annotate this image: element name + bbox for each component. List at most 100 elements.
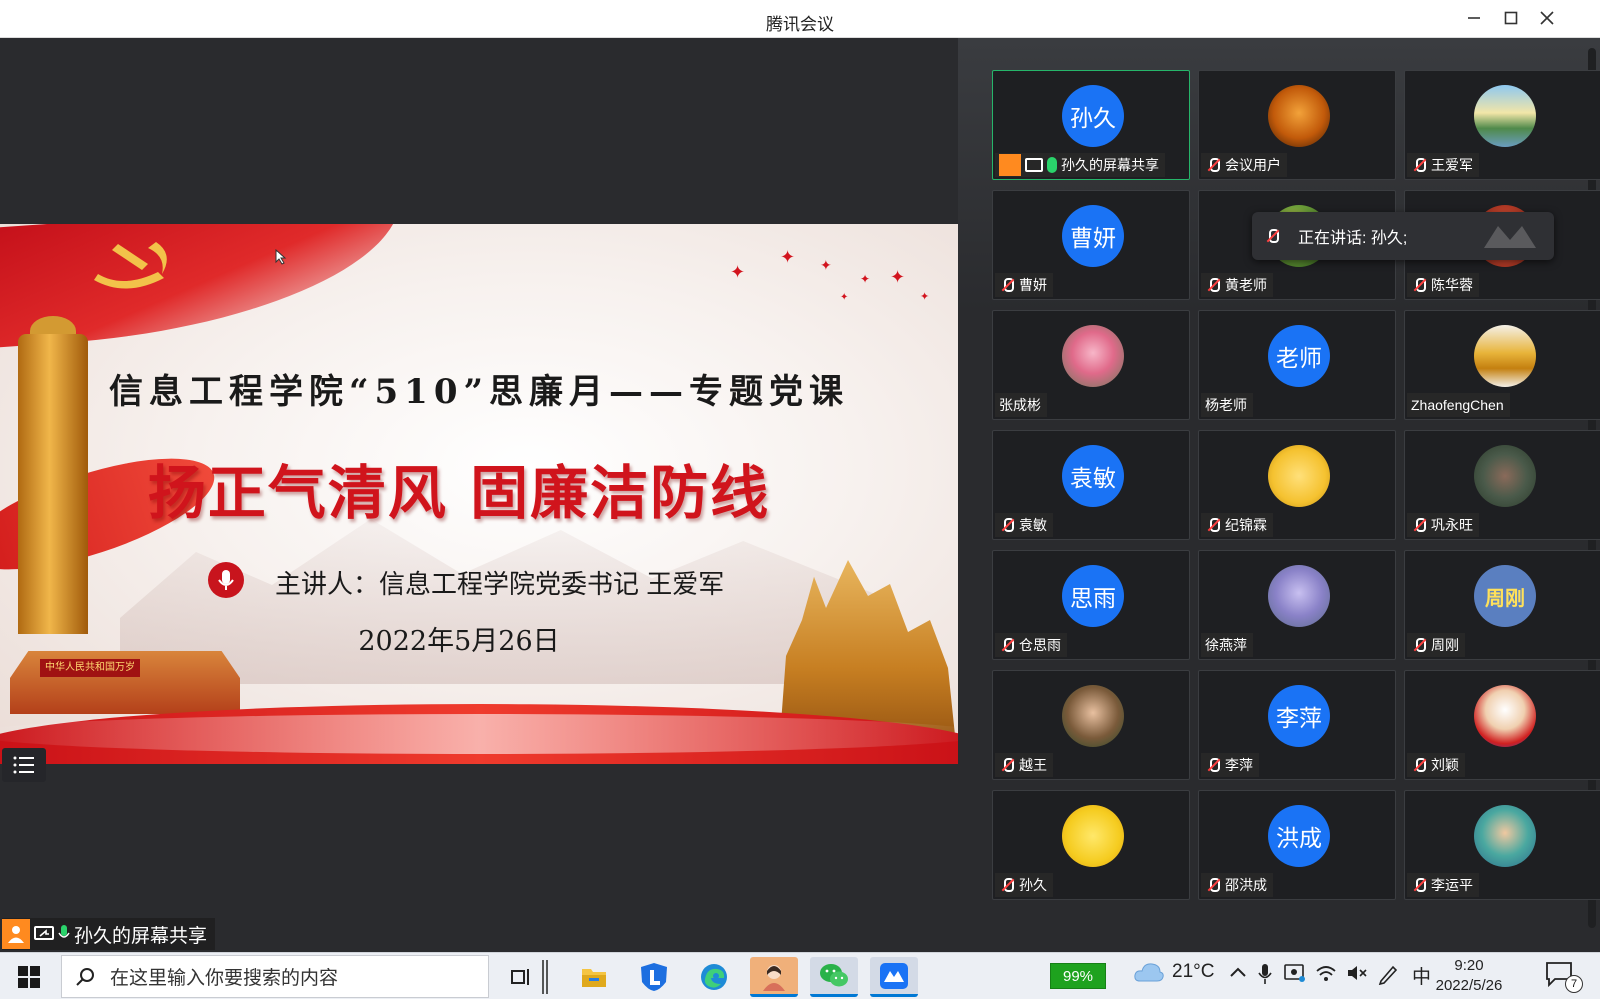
party-emblem-icon (94, 242, 167, 289)
network-button[interactable] (1315, 963, 1337, 988)
temperature-text: 21°C (1172, 961, 1215, 982)
photo-app-button[interactable] (750, 957, 798, 997)
participant-avatar: 孙久 (1062, 85, 1124, 147)
tiananmen-sign: 中华人民共和国万岁 (40, 659, 140, 677)
weather-widget[interactable]: 21°C (1134, 961, 1214, 983)
participant-tile[interactable]: 周刚 周刚 (1404, 550, 1600, 660)
participant-tile[interactable]: 洪成 邵洪成 (1198, 790, 1396, 900)
participant-tile[interactable]: 张成彬 (992, 310, 1190, 420)
participant-name: 邵洪成 (1225, 877, 1267, 893)
participant-tile[interactable]: 刘颖 (1404, 670, 1600, 780)
windows-logo-icon (18, 965, 40, 988)
close-button[interactable] (1533, 6, 1561, 32)
participant-tile[interactable]: 会议用户 (1198, 70, 1396, 180)
participant-tile[interactable]: 王爱军 (1404, 70, 1600, 180)
cloud-icon (1134, 963, 1164, 982)
app-l-button[interactable] (630, 957, 678, 997)
tencent-meeting-taskbar-button[interactable] (870, 957, 918, 997)
participant-name: 越王 (1019, 757, 1047, 773)
muted-mic-icon (999, 277, 1015, 293)
participant-tile[interactable]: 巩永旺 (1404, 430, 1600, 540)
participant-name: 纪锦霖 (1225, 517, 1267, 533)
participant-avatar (1474, 685, 1536, 747)
participant-label: 黄老师 (1201, 273, 1273, 297)
muted-mic-icon (1205, 877, 1221, 893)
muted-mic-icon (1411, 157, 1427, 173)
muted-mic-icon (1411, 877, 1427, 893)
participant-tile[interactable]: 越王 (992, 670, 1190, 780)
participant-tile[interactable]: 袁敏 袁敏 (992, 430, 1190, 540)
muted-mic-icon (1411, 517, 1427, 533)
muted-mic-icon (999, 757, 1015, 773)
chevron-up-icon (1230, 967, 1246, 977)
sharer-label: 孙久的屏幕共享 (2, 918, 216, 950)
participant-name: 李萍 (1225, 757, 1253, 773)
participant-label: 纪锦霖 (1201, 513, 1273, 537)
slide-list-button[interactable] (2, 748, 46, 782)
participant-tile[interactable]: 孙久 (992, 790, 1190, 900)
participant-avatar (1474, 445, 1536, 507)
participant-avatar (1474, 325, 1536, 387)
close-icon (1540, 11, 1554, 25)
participant-tile[interactable]: 老师 杨老师 (1198, 310, 1396, 420)
participant-label: 李萍 (1201, 753, 1259, 777)
muted-mic-icon (1411, 277, 1427, 293)
participant-name: 王爱军 (1431, 157, 1473, 173)
microphone-icon (1258, 964, 1272, 984)
task-view-icon (511, 969, 529, 985)
participant-avatar: 李萍 (1268, 685, 1330, 747)
participant-name: 袁敏 (1019, 517, 1047, 533)
taskbar-clock[interactable]: 9:20 2022/5/26 (1424, 956, 1514, 996)
participant-tile[interactable]: 孙久 孙久的屏幕共享 (992, 70, 1190, 180)
participant-name: 徐燕萍 (1205, 637, 1247, 653)
participant-tile[interactable]: 思雨 仓思雨 (992, 550, 1190, 660)
volume-button[interactable] (1346, 963, 1368, 988)
microphone-tray-button[interactable] (1258, 963, 1272, 990)
notification-count: 7 (1565, 975, 1583, 993)
wechat-icon (820, 963, 848, 986)
participant-name: 孙久的屏幕共享 (1061, 157, 1159, 173)
muted-mic-icon (1411, 757, 1427, 773)
participant-label: 孙久的屏幕共享 (995, 153, 1165, 177)
participant-avatar (1268, 85, 1330, 147)
meet-now-button[interactable] (1284, 963, 1306, 988)
participant-name: 陈华蓉 (1431, 277, 1473, 293)
slide-subtitle: 信息工程学院“510”思廉月——专题党课 (108, 372, 850, 412)
participant-tile[interactable]: ZhaofengChen (1404, 310, 1600, 420)
muted-mic-icon (1264, 228, 1280, 244)
participant-tile[interactable]: 徐燕萍 (1198, 550, 1396, 660)
clock-date: 2022/5/26 (1435, 977, 1503, 994)
participant-label: 陈华蓉 (1407, 273, 1479, 297)
participant-name: 仓思雨 (1019, 637, 1061, 653)
participant-label: 曹妍 (995, 273, 1053, 297)
edge-browser-button[interactable] (690, 957, 738, 997)
participant-label: 李运平 (1407, 873, 1479, 897)
start-button[interactable] (0, 953, 58, 999)
participant-tile[interactable]: 纪锦霖 (1198, 430, 1396, 540)
participant-tile[interactable]: 曹妍 曹妍 (992, 190, 1190, 300)
maximize-button[interactable] (1497, 6, 1525, 32)
sharer-name: 孙久的屏幕共享 (74, 925, 208, 947)
battery-indicator[interactable]: 99% (1050, 963, 1106, 989)
taskbar-divider (530, 957, 560, 997)
tencent-meeting-logo-icon (1484, 226, 1536, 248)
participant-tile[interactable]: 李萍 李萍 (1198, 670, 1396, 780)
screen-share-icon (34, 926, 54, 940)
wechat-button[interactable] (810, 957, 858, 997)
participant-tile[interactable]: 李运平 (1404, 790, 1600, 900)
participant-label: 刘颖 (1407, 753, 1465, 777)
notification-center-button[interactable]: 7 (1545, 961, 1583, 993)
participant-label: 越王 (995, 753, 1053, 777)
show-hidden-icons-button[interactable] (1230, 963, 1246, 983)
flying-birds-graphic: ✦ ✦ ✦ ✦ ✦ ✦ ✦ (730, 247, 930, 303)
participant-avatar (1062, 325, 1124, 387)
pen-button[interactable] (1377, 963, 1399, 990)
participant-label: 邵洪成 (1201, 873, 1273, 897)
taskbar-search-input[interactable]: 在这里输入你要搜索的内容 (61, 955, 489, 998)
participant-avatar: 洪成 (1268, 805, 1330, 867)
file-explorer-button[interactable] (570, 957, 618, 997)
muted-mic-icon (1205, 757, 1221, 773)
microphone-on-icon (58, 925, 70, 938)
photo-avatar-icon (763, 964, 785, 991)
minimize-button[interactable] (1460, 6, 1488, 32)
